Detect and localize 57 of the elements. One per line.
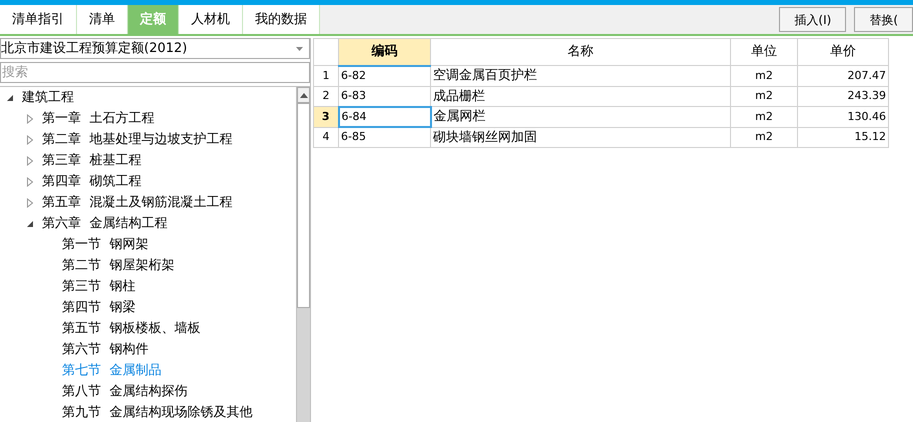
expand-icon[interactable] — [26, 114, 34, 124]
row-number[interactable]: 4 — [314, 127, 338, 148]
dropdown-caret-icon — [296, 46, 303, 50]
row-number[interactable]: 3 — [314, 106, 338, 127]
tree-item[interactable]: 建筑工程 — [22, 88, 74, 108]
table-cell: 金属网栏 — [430, 106, 730, 127]
tree-item[interactable]: 第七节 金属制品 — [62, 360, 162, 380]
toolbar-button[interactable]: 替换( — [854, 7, 913, 32]
table-cell: 15.12 — [798, 127, 888, 148]
tab[interactable]: 我的数据 — [243, 5, 320, 34]
table-cell: 6-84 — [338, 106, 430, 127]
tab[interactable]: 人材机 — [179, 5, 243, 34]
expand-icon[interactable] — [26, 176, 34, 186]
row-number[interactable]: 1 — [314, 66, 338, 86]
tab[interactable]: 清单 — [77, 5, 128, 34]
table-cell: 砌块墙钢丝网加固 — [430, 127, 730, 148]
tree-item[interactable]: 第三节 钢柱 — [62, 276, 136, 296]
table-cell: m2 — [730, 106, 798, 127]
collapse-icon[interactable] — [6, 92, 14, 102]
tree-item[interactable]: 第一章 土石方工程 — [42, 108, 154, 128]
table-cell: 空调金属百页护栏 — [430, 66, 730, 86]
tab[interactable]: 清单指引 — [0, 5, 77, 34]
collapse-icon[interactable] — [26, 218, 34, 228]
scrollbar[interactable] — [296, 87, 310, 422]
table-cell: 成品栅栏 — [430, 86, 730, 106]
table-cell: m2 — [730, 86, 798, 106]
table-cell: 6-83 — [338, 86, 430, 106]
tree-item[interactable]: 第六节 钢构件 — [62, 340, 148, 360]
column-header[interactable]: 单位 — [730, 38, 798, 66]
table-cell: 207.47 — [798, 66, 888, 86]
tree-item[interactable]: 第三章 桩基工程 — [42, 150, 142, 170]
tree-item[interactable]: 第八节 金属结构探伤 — [62, 382, 188, 402]
table-cell: m2 — [730, 127, 798, 148]
tree-item[interactable]: 第一节 钢网架 — [62, 234, 148, 254]
table-cell: m2 — [730, 66, 798, 86]
expand-icon[interactable] — [26, 134, 34, 144]
tree-item[interactable]: 第九节 金属结构现场除锈及其他 — [62, 402, 252, 422]
expand-icon[interactable] — [26, 156, 34, 166]
tree-item[interactable]: 第四节 钢梁 — [62, 298, 136, 318]
tree-item[interactable]: 第四章 砌筑工程 — [42, 172, 142, 192]
library-select[interactable]: 北京市建设工程预算定额(2012) — [0, 38, 310, 59]
table-cell: 6-82 — [338, 66, 430, 86]
tree-item[interactable]: 第二节 钢屋架桁架 — [62, 256, 174, 276]
toolbar-button[interactable]: 插入(I) — [779, 7, 846, 32]
column-header[interactable]: 单价 — [798, 38, 888, 66]
table-cell: 130.46 — [798, 106, 888, 127]
tree-item[interactable]: 第五章 混凝土及钢筋混凝土工程 — [42, 192, 232, 212]
column-header[interactable]: 名称 — [430, 38, 730, 66]
expand-icon[interactable] — [26, 198, 34, 208]
column-header[interactable]: 编码 — [338, 38, 430, 66]
tree-item[interactable]: 第二章 地基处理与边坡支护工程 — [42, 130, 232, 150]
tree-item[interactable]: 第六章 金属结构工程 — [42, 214, 168, 234]
search-field[interactable]: 搜索 — [0, 62, 310, 83]
scroll-up-icon[interactable] — [300, 92, 308, 98]
tree-item[interactable]: 第五节 钢板楼板、墙板 — [62, 318, 200, 338]
table-cell: 243.39 — [798, 86, 888, 106]
table-cell: 6-85 — [338, 127, 430, 148]
